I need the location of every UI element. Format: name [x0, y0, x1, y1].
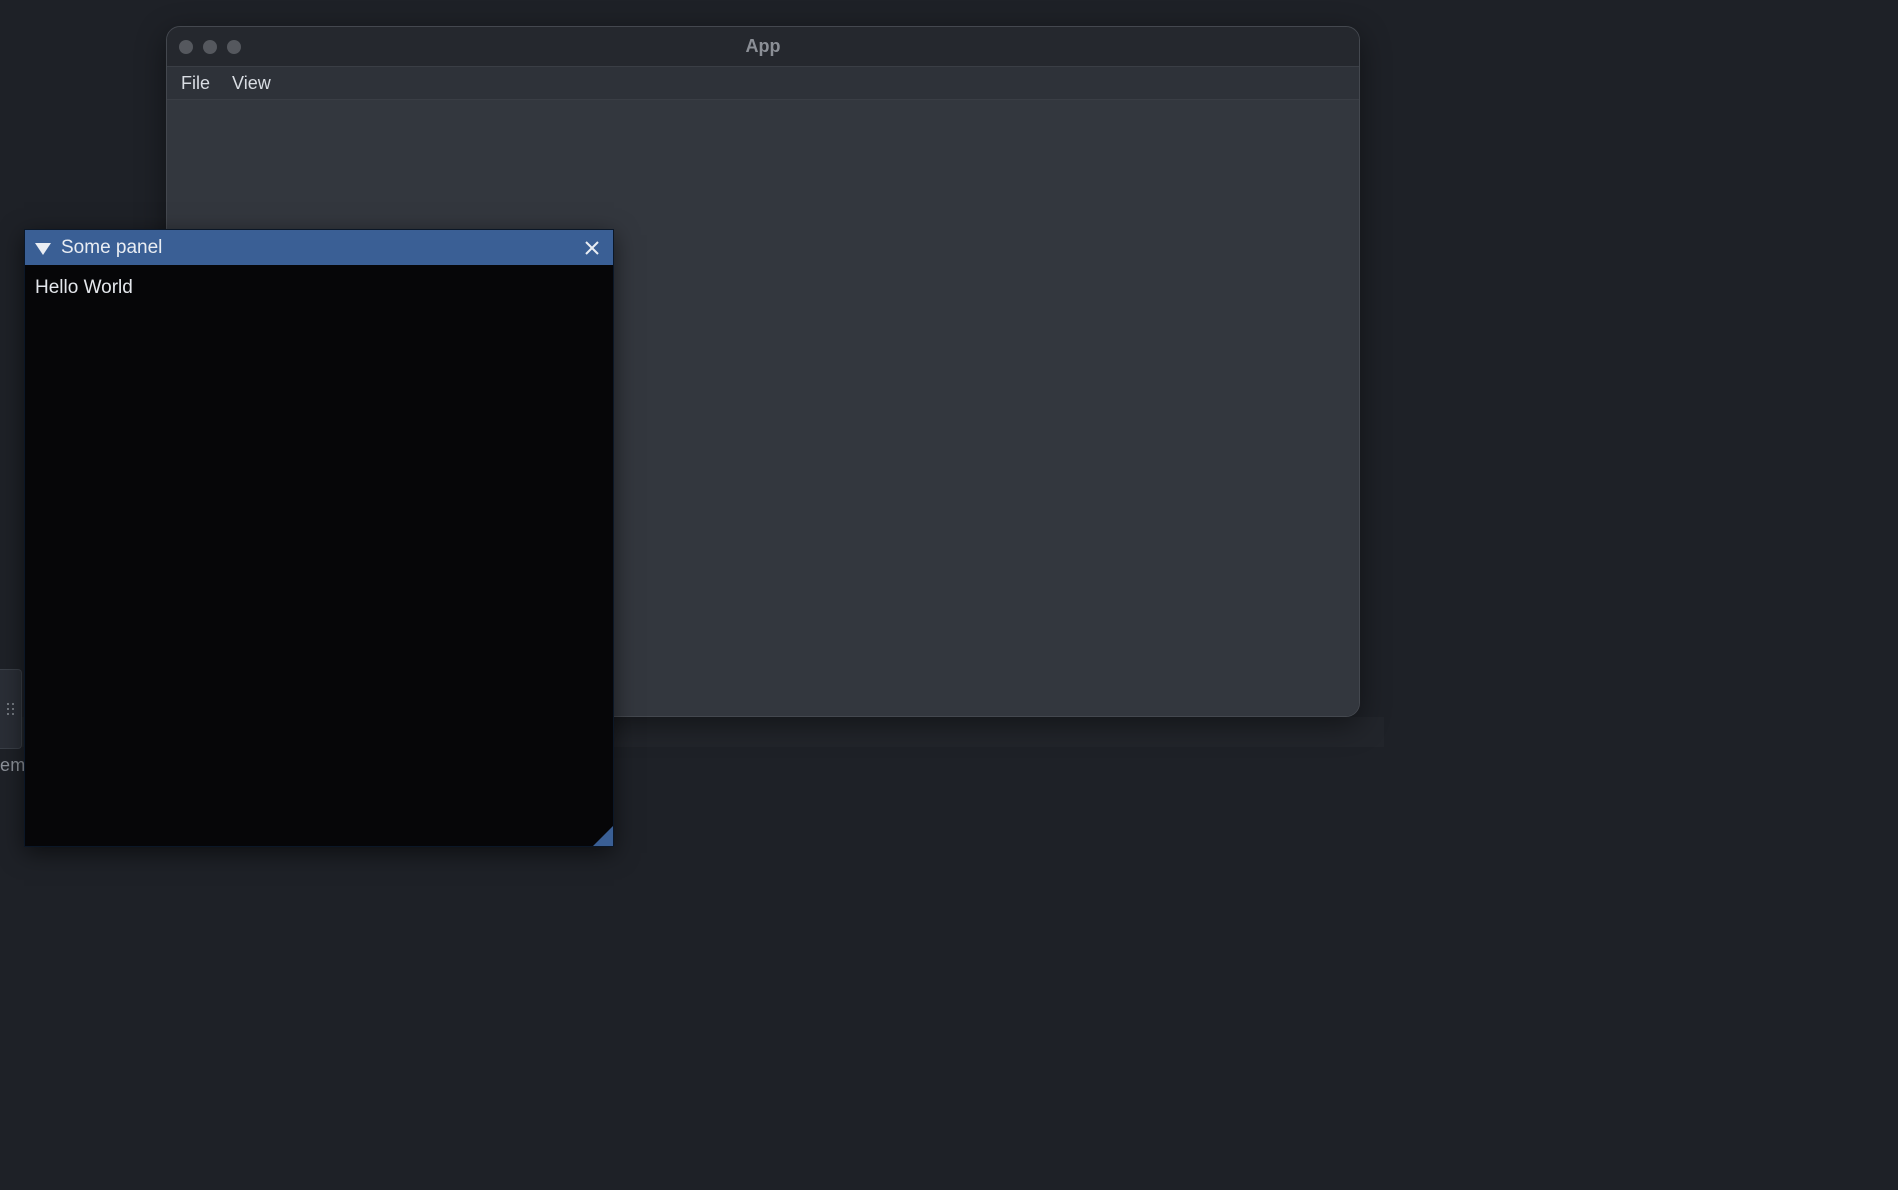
- side-dock-handle[interactable]: [0, 669, 22, 749]
- panel-content-text: Hello World: [35, 277, 603, 299]
- panel-body: Hello World: [25, 265, 613, 311]
- panel-close-button[interactable]: [581, 237, 603, 259]
- panel-resize-handle[interactable]: [593, 826, 613, 846]
- side-dock-label-fragment: em: [0, 755, 25, 776]
- menu-file[interactable]: File: [181, 73, 210, 94]
- panel-header[interactable]: Some panel: [25, 230, 613, 265]
- window-title: App: [167, 36, 1359, 57]
- minimize-window-button[interactable]: [203, 40, 217, 54]
- menu-view[interactable]: View: [232, 73, 271, 94]
- menubar: File View: [167, 67, 1359, 100]
- close-window-button[interactable]: [179, 40, 193, 54]
- close-icon: [584, 240, 600, 256]
- triangle-down-icon[interactable]: [35, 243, 51, 255]
- floating-panel[interactable]: Some panel Hello World: [24, 229, 614, 847]
- titlebar[interactable]: App: [167, 27, 1359, 67]
- panel-title: Some panel: [61, 237, 571, 259]
- maximize-window-button[interactable]: [227, 40, 241, 54]
- traffic-lights: [179, 40, 241, 54]
- drag-grip-icon: [7, 703, 14, 715]
